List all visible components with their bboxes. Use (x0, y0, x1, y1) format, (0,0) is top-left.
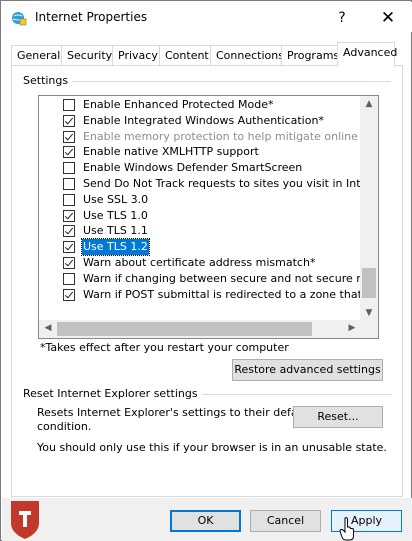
setting-label: Use TLS 1.2 (81, 238, 150, 256)
setting-label: Warn about certificate address mismatch* (83, 255, 316, 269)
settings-group-label: Settings (23, 74, 73, 87)
settings-list-item[interactable]: Enable Integrated Windows Authentication… (39, 113, 361, 129)
settings-list-item[interactable]: Send Do Not Track requests to sites you … (39, 176, 361, 192)
reset-button[interactable]: Reset... (293, 406, 383, 428)
scroll-down-arrow-icon[interactable]: ▼ (360, 308, 378, 318)
setting-label: Warn if changing between secure and not … (83, 271, 361, 285)
setting-label: Enable memory protection to help mitigat… (83, 129, 361, 143)
help-button[interactable]: ? (324, 5, 360, 31)
setting-label: Enable Integrated Windows Authentication… (83, 113, 324, 127)
cancel-button[interactable]: Cancel (250, 510, 321, 532)
restart-note: *Takes effect after you restart your com… (40, 341, 289, 354)
settings-list-item[interactable]: Use SSL 3.0 (39, 192, 361, 208)
settings-list-items: Enable Enhanced Protected Mode* Enable In… (39, 97, 361, 322)
window-title: Internet Properties (35, 10, 148, 24)
ok-button[interactable]: OK (170, 510, 241, 532)
mouse-pointer-icon (339, 517, 354, 541)
scrollbar-corner (360, 320, 378, 338)
close-button[interactable]: ✕ (368, 5, 408, 31)
restore-advanced-settings-button[interactable]: Restore advanced settings (232, 359, 383, 381)
site-logo (11, 501, 39, 539)
setting-checkbox[interactable] (63, 162, 75, 175)
setting-checkbox[interactable] (63, 288, 75, 301)
reset-group-label: Reset Internet Explorer settings (23, 387, 202, 400)
reset-description-line2: condition. (37, 420, 92, 433)
setting-checkbox[interactable] (63, 225, 75, 238)
setting-label: Enable Windows Defender SmartScreen (83, 161, 303, 175)
tab-connections[interactable]: Connections (210, 45, 290, 66)
settings-list-item[interactable]: Warn about certificate address mismatch* (39, 255, 361, 271)
setting-label: Use TLS 1.1 (83, 224, 148, 238)
setting-label: Warn if POST submittal is redirected to … (83, 287, 361, 301)
reset-group-line (186, 394, 392, 395)
setting-checkbox[interactable] (63, 99, 75, 111)
settings-list-item[interactable]: Enable memory protection to help mitigat… (39, 129, 361, 145)
internet-properties-icon (12, 12, 27, 26)
tab-security[interactable]: Security (61, 45, 119, 66)
setting-checkbox[interactable] (63, 177, 75, 190)
setting-label: Use SSL 3.0 (83, 192, 149, 206)
internet-properties-dialog: Internet Properties ? ✕ General Security… (0, 0, 412, 541)
horizontal-scroll-thumb[interactable] (57, 322, 312, 336)
settings-list-item[interactable]: Enable Enhanced Protected Mode* (39, 97, 361, 113)
settings-list-item[interactable]: Use TLS 1.0 (39, 208, 361, 224)
settings-list-item[interactable]: Enable native XMLHTTP support (39, 144, 361, 160)
settings-list-item[interactable]: Enable Windows Defender SmartScreen (39, 160, 361, 176)
tab-privacy[interactable]: Privacy (112, 45, 164, 66)
setting-checkbox[interactable] (63, 146, 75, 159)
settings-list-item[interactable]: Use TLS 1.2 (39, 238, 361, 256)
setting-checkbox[interactable] (63, 241, 75, 254)
scroll-right-arrow-icon[interactable]: ▶ (343, 323, 361, 333)
setting-checkbox[interactable] (63, 114, 75, 127)
setting-checkbox[interactable] (63, 209, 75, 222)
reset-warning: You should only use this if your browser… (37, 441, 387, 454)
settings-list-item[interactable]: Warn if changing between secure and not … (39, 271, 361, 287)
setting-checkbox[interactable] (63, 130, 75, 143)
tab-programs[interactable]: Programs (281, 45, 346, 66)
horizontal-scrollbar[interactable]: ◀ ▶ (39, 320, 361, 338)
settings-list[interactable]: Enable Enhanced Protected Mode* Enable In… (38, 95, 379, 339)
scroll-up-arrow-icon[interactable]: ▲ (360, 99, 378, 109)
title-bar: Internet Properties ? ✕ (2, 2, 412, 32)
setting-label: Enable native XMLHTTP support (83, 145, 259, 159)
tab-general[interactable]: General (11, 45, 67, 66)
reset-description-line1: Resets Internet Explorer's settings to t… (37, 406, 312, 419)
vertical-scroll-thumb[interactable] (362, 268, 376, 298)
settings-list-item[interactable]: Use TLS 1.1 (39, 223, 361, 239)
settings-list-item[interactable]: Warn if POST submittal is redirected to … (39, 287, 361, 303)
setting-label: Enable Enhanced Protected Mode* (83, 98, 274, 111)
setting-checkbox[interactable] (63, 193, 75, 206)
setting-label: Use TLS 1.0 (83, 208, 148, 222)
setting-label: Send Do Not Track requests to sites you … (83, 176, 361, 190)
setting-checkbox[interactable] (63, 272, 75, 285)
tab-advanced[interactable]: Advanced (337, 42, 397, 67)
tab-content[interactable]: Content (159, 45, 215, 66)
setting-checkbox[interactable] (63, 256, 75, 269)
scroll-left-arrow-icon[interactable]: ◀ (39, 323, 57, 333)
settings-group-line (71, 81, 391, 82)
vertical-scrollbar[interactable]: ▲ ▼ (360, 96, 378, 321)
